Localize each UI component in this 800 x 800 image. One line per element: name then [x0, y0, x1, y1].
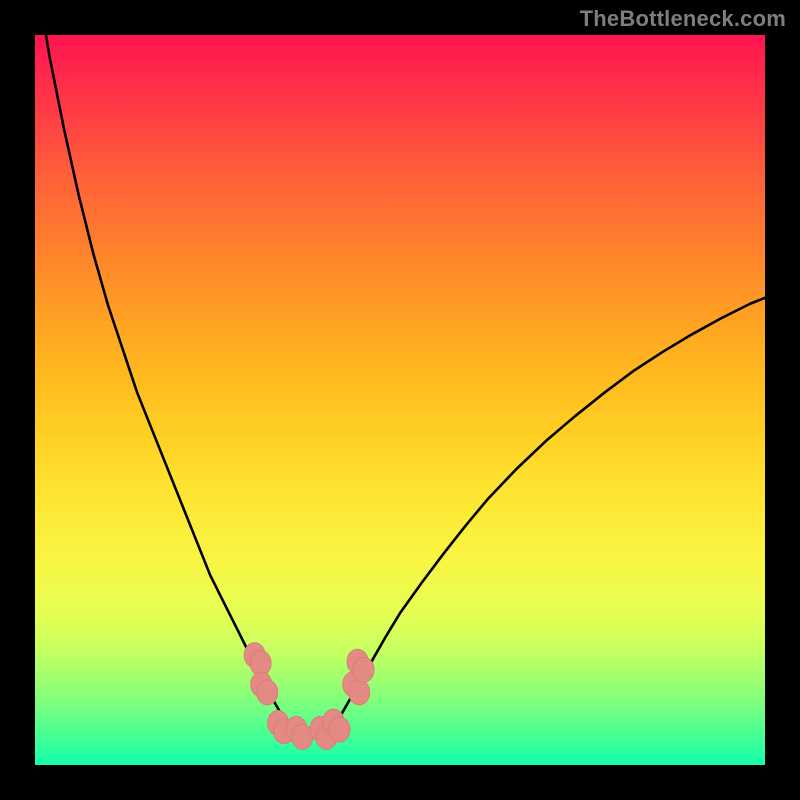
watermark-text: TheBottleneck.com [580, 6, 786, 32]
chart-area [35, 35, 765, 765]
minimum-marker-1 [251, 672, 278, 705]
minimum-marker-3 [286, 716, 313, 749]
curve-right-curve [327, 298, 765, 729]
chart-svg [35, 35, 765, 765]
curve-left-curve [35, 35, 294, 729]
minimum-marker-0 [244, 643, 271, 676]
